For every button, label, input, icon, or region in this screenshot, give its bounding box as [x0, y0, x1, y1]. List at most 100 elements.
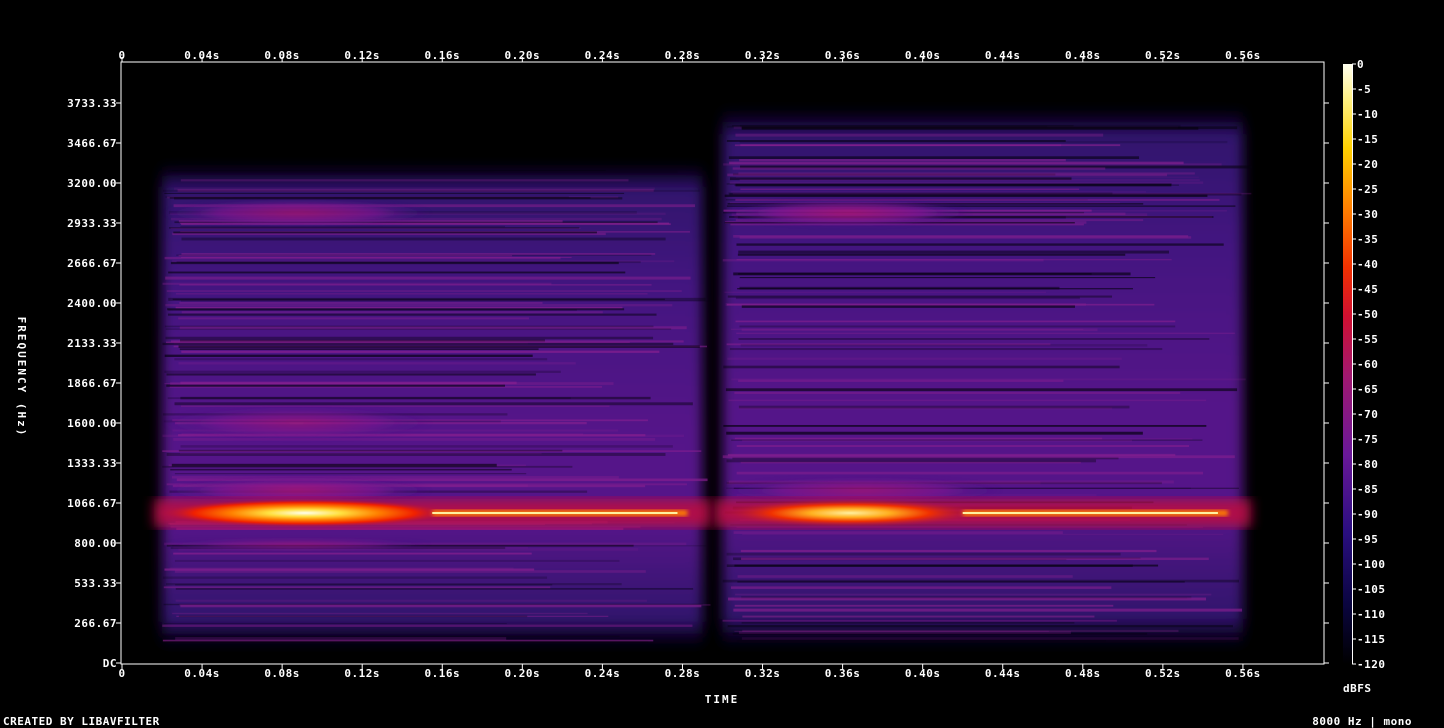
colorbar-tick-label: -80	[1357, 458, 1378, 471]
striation	[181, 311, 603, 314]
striation	[741, 557, 1209, 561]
striation	[162, 624, 693, 627]
striation	[168, 271, 626, 274]
striation	[164, 325, 654, 328]
tone-1-band	[162, 199, 433, 227]
striation	[171, 169, 606, 171]
colorbar-tick-label: -20	[1357, 158, 1378, 171]
striation	[179, 604, 711, 606]
x-tick-label-top: 0	[118, 49, 125, 62]
y-tick-label: 2933.33	[67, 217, 117, 230]
y-tick-label: 266.67	[74, 617, 117, 630]
colorbar-tick-label: -60	[1357, 358, 1378, 371]
colorbar-tick-label: -75	[1357, 433, 1378, 446]
tone-2-core	[717, 499, 983, 527]
x-tick-label-bottom: 0.40s	[905, 667, 941, 680]
striation	[165, 328, 672, 330]
colorbar-tick-label: -115	[1357, 633, 1386, 646]
spectrogram-svg: 0 0 0.04s 0.04s 0.08s 0.08s 0.12s 0.12s 0.16s 0.1…	[3, 49, 1412, 728]
x-tick-label-top: 0.56s	[1225, 49, 1261, 62]
colorbar-tick-label: -50	[1357, 308, 1378, 321]
striation	[175, 599, 647, 602]
striation	[163, 586, 551, 589]
colorbar-tick-label: -35	[1357, 233, 1378, 246]
striation	[729, 181, 1204, 184]
striation	[726, 459, 1097, 463]
striation	[732, 457, 1119, 460]
colorbar-tick-label: -105	[1357, 583, 1386, 596]
colorbar-tick-label: -5	[1357, 83, 1371, 96]
colorbar-tick-label: -10	[1357, 108, 1378, 121]
striation	[173, 231, 597, 234]
striation	[166, 290, 682, 292]
striation	[735, 176, 1199, 178]
striation	[727, 453, 1176, 457]
striation	[724, 291, 1047, 293]
y-tick-label: 1066.67	[67, 497, 117, 510]
striation	[733, 608, 1243, 612]
colorbar-tick-label: -100	[1357, 558, 1386, 571]
striation	[737, 287, 1133, 290]
y-tick-label: 3733.33	[67, 97, 117, 110]
striation	[167, 313, 657, 316]
x-tick-label-top: 0.12s	[344, 49, 380, 62]
striation	[731, 328, 1084, 330]
y-tick-label: 2400.00	[67, 297, 117, 310]
striation	[175, 588, 694, 590]
colorbar-tick-label: -90	[1357, 508, 1378, 521]
striation	[726, 552, 1121, 556]
striation	[180, 225, 506, 228]
striation	[178, 449, 563, 452]
striation	[162, 635, 620, 638]
striation	[728, 399, 1207, 402]
striation	[165, 276, 691, 280]
colorbar-tick-label: -25	[1357, 183, 1378, 196]
striation	[727, 357, 1122, 360]
footer-left-credit: CREATED BY LIBAVFILTER	[3, 715, 160, 728]
striation	[175, 306, 623, 309]
colorbar-tick-label: -110	[1357, 608, 1386, 621]
striation	[729, 348, 1163, 351]
striation	[723, 424, 1207, 427]
striation	[729, 161, 1184, 165]
striation	[174, 402, 693, 406]
colorbar-tick-label: 0	[1357, 58, 1364, 71]
striation	[736, 258, 1172, 261]
striation	[739, 325, 1176, 328]
y-tick-label: 2133.33	[67, 337, 117, 350]
colorbar-tick-label: -40	[1357, 258, 1378, 271]
striation	[169, 197, 591, 199]
striation	[165, 336, 654, 340]
tone-1-band	[162, 538, 433, 551]
striation	[166, 373, 536, 376]
striation	[162, 465, 573, 468]
striation	[730, 191, 1147, 193]
x-tick-label-top: 0.20s	[505, 49, 541, 62]
striation	[170, 340, 684, 343]
x-tick-label-bottom: 0.36s	[825, 667, 861, 680]
x-tick-label-bottom: 0.20s	[505, 667, 541, 680]
x-tick-label-top: 0.04s	[184, 49, 220, 62]
striation	[179, 284, 652, 286]
x-axis-title: TIME	[705, 693, 740, 706]
x-tick-label-bottom: 0.04s	[184, 667, 220, 680]
striation	[174, 559, 620, 562]
tone-2-haze	[722, 108, 1243, 645]
striation	[742, 615, 1095, 618]
striation	[171, 476, 619, 479]
striation	[740, 344, 1148, 347]
y-tick-label: DC	[103, 657, 117, 670]
plot-area	[122, 63, 1323, 663]
striation	[738, 379, 1064, 382]
striation	[732, 167, 1106, 170]
striation	[735, 593, 1212, 596]
striation	[734, 437, 1103, 440]
striation	[180, 396, 651, 400]
colorbar	[1343, 63, 1356, 665]
striation	[174, 473, 527, 475]
striation	[170, 468, 512, 471]
striation	[172, 612, 588, 615]
striation	[178, 254, 513, 257]
y-tick-label: 533.33	[74, 577, 117, 590]
striation	[168, 227, 580, 229]
